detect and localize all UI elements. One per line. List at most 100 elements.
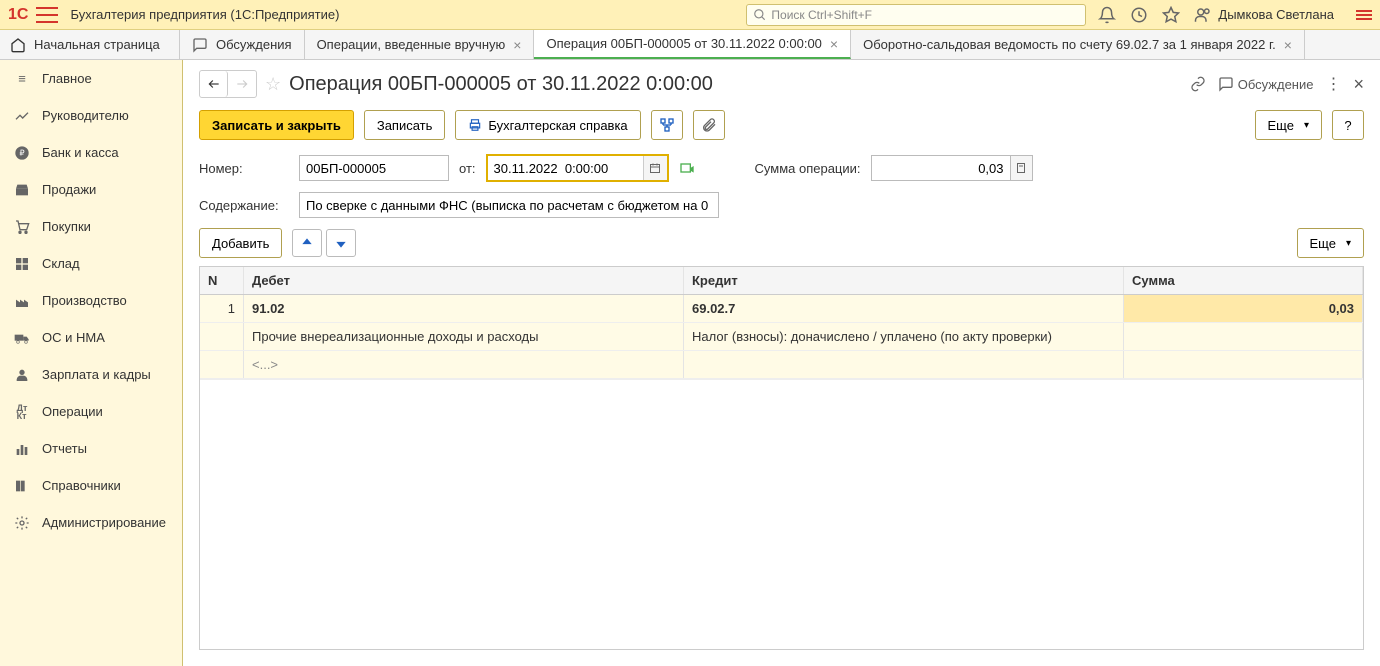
sidebar-item-admin[interactable]: Администрирование xyxy=(0,504,182,541)
header-n[interactable]: N xyxy=(200,267,244,294)
confirm-icon[interactable] xyxy=(679,160,695,176)
sidebar-item-main[interactable]: ≡ Главное xyxy=(0,60,182,97)
content-input[interactable] xyxy=(299,192,719,218)
sidebar-label: Продажи xyxy=(42,182,96,197)
tab-active-label: Операция 00БП-000005 от 30.11.2022 0:00:… xyxy=(546,36,821,51)
save-close-button[interactable]: Записать и закрыть xyxy=(199,110,354,140)
chat-icon xyxy=(192,37,208,53)
back-button[interactable] xyxy=(200,71,228,97)
sidebar-label: Администрирование xyxy=(42,515,166,530)
sidebar-item-assets[interactable]: ОС и НМА xyxy=(0,319,182,356)
close-icon[interactable]: × xyxy=(1353,74,1364,95)
sidebar-item-bank[interactable]: ₽ Банк и касса xyxy=(0,134,182,171)
calculator-button[interactable] xyxy=(1011,155,1033,181)
more-button[interactable]: Еще xyxy=(1255,110,1322,140)
sidebar-item-purchases[interactable]: Покупки xyxy=(0,208,182,245)
tree-button[interactable] xyxy=(651,110,683,140)
panel-toggle-icon[interactable] xyxy=(1356,10,1372,20)
tab-discussions[interactable]: Обсуждения xyxy=(180,30,305,59)
chat-icon xyxy=(1218,76,1234,92)
sidebar: ≡ Главное Руководителю ₽ Банк и касса Прод… xyxy=(0,60,183,666)
kebab-menu-icon[interactable]: ⋮ xyxy=(1325,74,1341,94)
person-icon xyxy=(14,367,30,383)
save-button[interactable]: Записать xyxy=(364,110,446,140)
truck-icon xyxy=(14,330,30,346)
table-more-button[interactable]: Еще xyxy=(1297,228,1364,258)
store-icon xyxy=(14,182,30,198)
table-row[interactable]: 1 91.02 69.02.7 0,03 xyxy=(200,295,1363,323)
link-icon[interactable] xyxy=(1190,76,1206,92)
user-menu[interactable]: Дымкова Светлана xyxy=(1194,6,1334,24)
sidebar-item-sales[interactable]: Продажи xyxy=(0,171,182,208)
tab-manual-ops[interactable]: Операции, введенные вручную × xyxy=(305,30,535,59)
accounting-report-button[interactable]: Бухгалтерская справка xyxy=(455,110,640,140)
arrow-up-icon xyxy=(300,236,314,250)
sidebar-item-hr[interactable]: Зарплата и кадры xyxy=(0,356,182,393)
main-content: ☆ Операция 00БП-000005 от 30.11.2022 0:0… xyxy=(183,60,1380,666)
header-debit[interactable]: Дебет xyxy=(244,267,684,294)
sidebar-label: Руководителю xyxy=(42,108,129,123)
bell-icon[interactable] xyxy=(1098,6,1116,24)
history-icon[interactable] xyxy=(1130,6,1148,24)
sidebar-label: Банк и касса xyxy=(42,145,119,160)
close-icon[interactable]: × xyxy=(513,37,521,53)
page-title: Операция 00БП-000005 от 30.11.2022 0:00:… xyxy=(289,73,713,96)
tab-report[interactable]: Оборотно-сальдовая ведомость по счету 69… xyxy=(851,30,1305,59)
page-header: ☆ Операция 00БП-000005 от 30.11.2022 0:0… xyxy=(199,70,1364,98)
sidebar-item-production[interactable]: Производство xyxy=(0,282,182,319)
sidebar-label: Главное xyxy=(42,71,92,86)
users-icon xyxy=(1194,6,1212,24)
move-down-button[interactable] xyxy=(326,229,356,257)
forward-button[interactable] xyxy=(228,71,256,97)
dtkt-icon: ДтКт xyxy=(14,404,30,420)
favorite-star-icon[interactable]: ☆ xyxy=(265,74,281,95)
chart-bar-icon xyxy=(14,441,30,457)
date-input[interactable] xyxy=(488,156,643,180)
header-sum[interactable]: Сумма xyxy=(1124,267,1363,294)
sidebar-item-refs[interactable]: Справочники xyxy=(0,467,182,504)
attach-button[interactable] xyxy=(693,110,725,140)
star-icon[interactable] xyxy=(1162,6,1180,24)
tabs-bar: Начальная страница Обсуждения Операции, … xyxy=(0,30,1380,60)
search-icon xyxy=(753,8,767,22)
accounting-report-label: Бухгалтерская справка xyxy=(488,118,627,133)
sidebar-label: Покупки xyxy=(42,219,91,234)
tab-operation-active[interactable]: Операция 00БП-000005 от 30.11.2022 0:00:… xyxy=(534,30,851,59)
table-row[interactable]: Прочие внереализационные доходы и расход… xyxy=(200,323,1363,351)
books-icon xyxy=(14,478,30,494)
calendar-button[interactable] xyxy=(643,156,667,180)
add-row-button[interactable]: Добавить xyxy=(199,228,282,258)
move-up-button[interactable] xyxy=(292,229,322,257)
ruble-icon: ₽ xyxy=(14,145,30,161)
global-search-input[interactable]: Поиск Ctrl+Shift+F xyxy=(746,4,1086,26)
table-row[interactable]: <...> xyxy=(200,351,1363,379)
table-header: N Дебет Кредит Сумма xyxy=(200,267,1363,295)
date-input-wrap xyxy=(486,154,669,182)
tab-home[interactable]: Начальная страница xyxy=(0,30,180,59)
header-credit[interactable]: Кредит xyxy=(684,267,1124,294)
calendar-icon xyxy=(649,162,661,174)
logo-1c: 1C xyxy=(8,6,28,24)
sidebar-item-operations[interactable]: ДтКт Операции xyxy=(0,393,182,430)
cell-credit-desc: Налог (взносы): доначислено / уплачено (… xyxy=(684,323,1124,350)
close-icon[interactable]: × xyxy=(830,36,838,52)
sidebar-label: ОС и НМА xyxy=(42,330,105,345)
help-button[interactable]: ? xyxy=(1332,110,1364,140)
menu-list-icon: ≡ xyxy=(14,71,30,87)
cell-placeholder: <...> xyxy=(244,351,684,378)
tab-manual-ops-label: Операции, введенные вручную xyxy=(317,37,506,52)
sidebar-label: Операции xyxy=(42,404,103,419)
sum-input[interactable] xyxy=(871,155,1011,181)
sidebar-item-reports[interactable]: Отчеты xyxy=(0,430,182,467)
menu-icon[interactable] xyxy=(36,7,58,23)
cell-debit-account: 91.02 xyxy=(244,295,684,322)
sidebar-item-warehouse[interactable]: Склад xyxy=(0,245,182,282)
trend-icon xyxy=(14,108,30,124)
number-label: Номер: xyxy=(199,161,289,176)
close-icon[interactable]: × xyxy=(1284,37,1292,53)
date-label: от: xyxy=(459,161,476,176)
sidebar-item-manager[interactable]: Руководителю xyxy=(0,97,182,134)
number-input[interactable] xyxy=(299,155,449,181)
factory-icon xyxy=(14,293,30,309)
discussion-button[interactable]: Обсуждение xyxy=(1218,76,1314,92)
